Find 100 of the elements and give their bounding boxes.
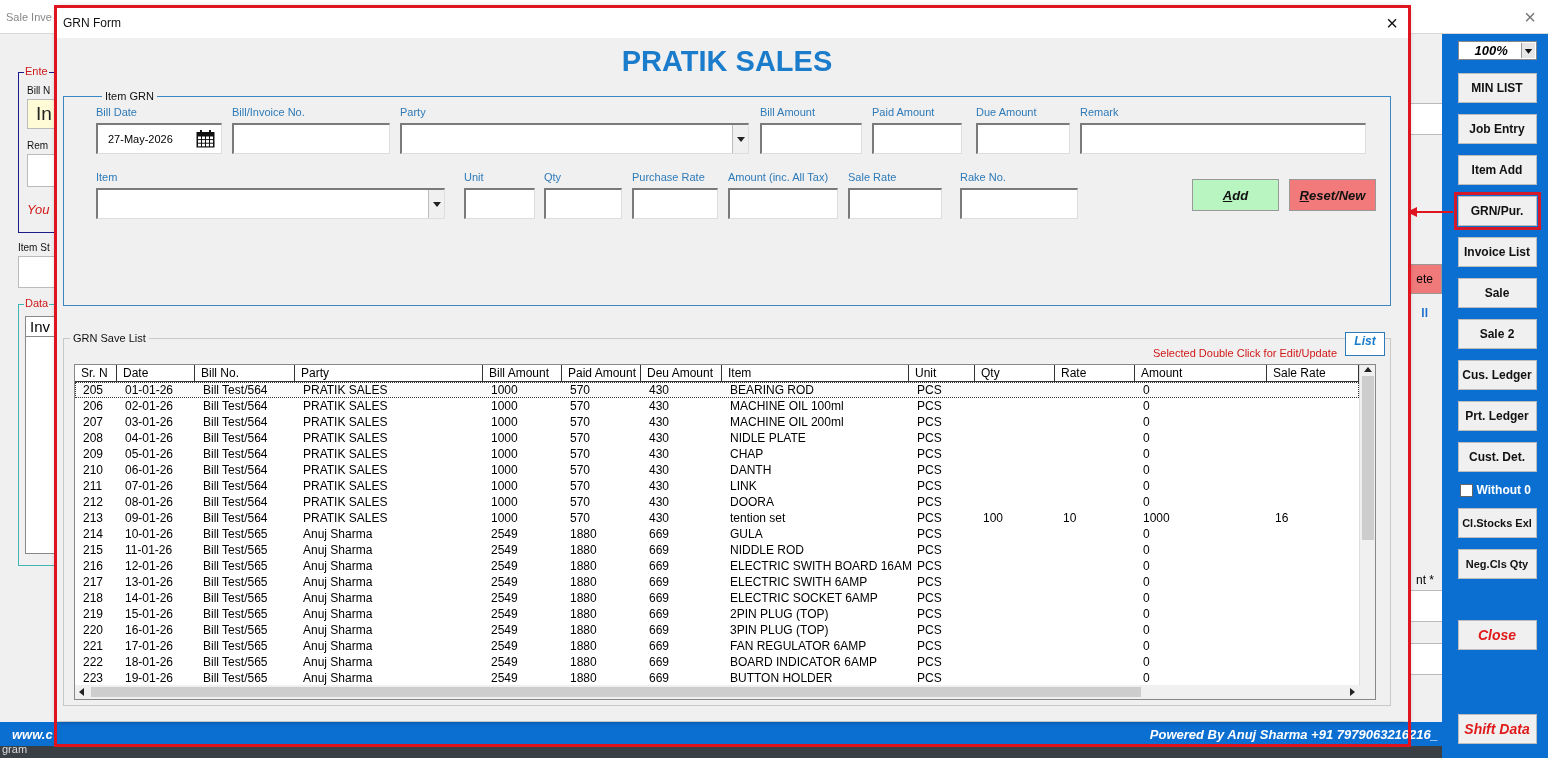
input-field[interactable] [976, 123, 1070, 154]
sidebar-button[interactable]: Sale 2 [1457, 319, 1537, 349]
table-cell-text: 1000 [490, 494, 519, 510]
date-field[interactable]: 27-May-2026 [96, 123, 222, 154]
column-header[interactable]: Party [295, 365, 483, 381]
sidebar-button[interactable]: MIN LIST [1457, 73, 1537, 103]
bill-number-field[interactable]: In [27, 99, 54, 129]
column-header[interactable]: Unit [909, 365, 975, 381]
horizontal-scrollbar[interactable] [75, 685, 1359, 699]
column-header[interactable]: Qty [975, 365, 1055, 381]
table-row[interactable]: 213 09-01-26 Bill Test/564 PRATIK SALES 1000 570 430 tention set PCS 100 10 1000 16 [75, 510, 1359, 526]
field-label: Paid Amount [872, 106, 936, 119]
add-button[interactable]: Add [1192, 179, 1279, 211]
remark-field[interactable] [27, 154, 54, 187]
sidebar-button[interactable]: Sale [1457, 278, 1537, 308]
caret-icon[interactable] [1520, 43, 1535, 58]
column-header[interactable]: Bill Amount [483, 365, 562, 381]
table-row[interactable]: 223 19-01-26 Bill Test/565 Anuj Sharma 2549 1880 669 BUTTON HOLDER PCS 0 [75, 670, 1359, 685]
stock-field[interactable] [18, 256, 54, 288]
link-text[interactable]: ll [1410, 306, 1442, 320]
sidebar-button[interactable]: Close [1457, 620, 1537, 650]
zoom-dropdown[interactable]: 100% [1457, 41, 1537, 60]
sidebar-button[interactable]: Item Add [1457, 155, 1537, 185]
sidebar-button[interactable]: Shift Data [1457, 714, 1537, 744]
list-button[interactable]: List [1345, 332, 1385, 356]
calendar-icon[interactable] [196, 130, 215, 148]
column-header[interactable]: Deu Amount [641, 365, 722, 381]
reset-button[interactable]: Reset/New [1289, 179, 1376, 211]
table-cell-text: 430 [648, 446, 671, 462]
table-cell-text: GULA [729, 526, 764, 542]
table-cell-text: Bill Test/565 [202, 638, 269, 654]
scroll-left-icon[interactable] [77, 687, 87, 697]
table-cell-text: ELECTRIC SWITH 6AMP [729, 574, 869, 590]
table-row[interactable]: 212 08-01-26 Bill Test/564 PRATIK SALES 1000 570 430 DOORA PCS 0 [75, 494, 1359, 510]
table-row[interactable]: 215 11-01-26 Bill Test/565 Anuj Sharma 2549 1880 669 NIDDLE ROD PCS 0 [75, 542, 1359, 558]
sidebar-button[interactable]: Cl.Stocks Exl [1457, 508, 1537, 538]
table-row[interactable]: 209 05-01-26 Bill Test/564 PRATIK SALES 1000 570 430 CHAP PCS 0 [75, 446, 1359, 462]
column-header[interactable]: Rate [1055, 365, 1135, 381]
dropdown-caret-icon[interactable] [735, 134, 746, 144]
table-row[interactable]: 220 16-01-26 Bill Test/565 Anuj Sharma 2549 1880 669 3PIN PLUG (TOP) PCS 0 [75, 622, 1359, 638]
input-field[interactable] [232, 123, 390, 154]
table-row[interactable]: 217 13-01-26 Bill Test/565 Anuj Sharma 2549 1880 669 ELECTRIC SWITH 6AMP PCS 0 [75, 574, 1359, 590]
table-row[interactable]: 222 18-01-26 Bill Test/565 Anuj Sharma 2549 1880 669 BOARD INDICATOR 6AMP PCS 0 [75, 654, 1359, 670]
sidebar-button[interactable]: Cust. Det. [1457, 442, 1537, 472]
field-label: Item [96, 171, 119, 184]
close-icon[interactable]: × [1524, 6, 1540, 27]
table-cell-text: 2549 [490, 558, 519, 574]
scroll-right-icon[interactable] [1347, 687, 1357, 697]
table-row[interactable]: 206 02-01-26 Bill Test/564 PRATIK SALES 1000 570 430 MACHINE OIL 100ml PCS 0 [75, 398, 1359, 414]
table-row[interactable]: 207 03-01-26 Bill Test/564 PRATIK SALES 1000 570 430 MACHINE OIL 200ml PCS 0 [75, 414, 1359, 430]
table-cell-text: 2549 [490, 590, 519, 606]
column-header[interactable]: Date [117, 365, 195, 381]
table-row[interactable]: 214 10-01-26 Bill Test/565 Anuj Sharma 2549 1880 669 GULA PCS 0 [75, 526, 1359, 542]
table-cell-text: Bill Test/564 [202, 494, 269, 510]
table-row[interactable]: 205 01-01-26 Bill Test/564 PRATIK SALES 1000 570 430 BEARING ROD PCS 0 [75, 382, 1359, 398]
company-heading: PRATIK SALES [621, 44, 833, 79]
sidebar-button[interactable]: Job Entry [1457, 114, 1537, 144]
input-field[interactable] [728, 188, 838, 219]
table-row[interactable]: 216 12-01-26 Bill Test/565 Anuj Sharma 2549 1880 669 ELECTRIC SWITH BOARD 16AM PCS 0 [75, 558, 1359, 574]
table-cell-text: 2549 [490, 670, 519, 685]
dropdown-caret-icon[interactable] [431, 199, 442, 209]
input-field[interactable] [632, 188, 718, 219]
column-header[interactable]: Bill No. [195, 365, 295, 381]
dropdown-field[interactable] [400, 123, 749, 154]
input-field[interactable] [1080, 123, 1366, 154]
vertical-scrollbar[interactable] [1359, 365, 1375, 685]
column-header[interactable]: Sr. N [75, 365, 117, 381]
table-cell-text: 09-01-26 [124, 510, 175, 526]
input-field[interactable] [1410, 643, 1442, 675]
table-row[interactable]: 219 15-01-26 Bill Test/565 Anuj Sharma 2549 1880 669 2PIN PLUG (TOP) PCS 0 [75, 606, 1359, 622]
dropdown-field[interactable] [96, 188, 445, 219]
table-cell-text: 669 [648, 590, 671, 606]
sidebar-button[interactable]: Invoice List [1457, 237, 1537, 267]
input-field[interactable] [848, 188, 942, 219]
table-cell-text: 1000 [490, 446, 519, 462]
input-field[interactable] [872, 123, 962, 154]
table-cell-text: 207 [82, 414, 105, 430]
column-header[interactable]: Item [722, 365, 909, 381]
input-field[interactable] [760, 123, 862, 154]
table-row[interactable]: 208 04-01-26 Bill Test/564 PRATIK SALES 1000 570 430 NIDLE PLATE PCS 0 [75, 430, 1359, 446]
table-row[interactable]: 211 07-01-26 Bill Test/564 PRATIK SALES 1000 570 430 LINK PCS 0 [75, 478, 1359, 494]
input-field[interactable] [1410, 103, 1442, 135]
input-field[interactable] [960, 188, 1078, 219]
sidebar-button[interactable]: Neg.Cls Qty [1457, 549, 1537, 579]
table-row[interactable]: 210 06-01-26 Bill Test/564 PRATIK SALES 1000 570 430 DANTH PCS 0 [75, 462, 1359, 478]
delete-button[interactable]: ete [1410, 264, 1442, 294]
table-cell-text: Bill Test/565 [202, 526, 269, 542]
table-row[interactable]: 221 17-01-26 Bill Test/565 Anuj Sharma 2549 1880 669 FAN REGULATOR 6AMP PCS 0 [75, 638, 1359, 654]
column-header[interactable]: Amount [1135, 365, 1267, 381]
field-label: Bill N [27, 85, 52, 96]
input-field[interactable] [544, 188, 622, 219]
table-cell-text: 19-01-26 [124, 670, 175, 685]
sidebar-button[interactable]: Cus. Ledger [1457, 360, 1537, 390]
table-row[interactable]: 218 14-01-26 Bill Test/565 Anuj Sharma 2549 1880 669 ELECTRIC SOCKET 6AMP PCS 0 [75, 590, 1359, 606]
close-button[interactable]: × [1386, 13, 1398, 33]
sidebar-button[interactable]: Prt. Ledger [1457, 401, 1537, 431]
input-field[interactable] [464, 188, 535, 219]
input-field[interactable] [1410, 590, 1442, 622]
column-header[interactable]: Paid Amount [562, 365, 641, 381]
checkbox[interactable] [1459, 483, 1473, 497]
